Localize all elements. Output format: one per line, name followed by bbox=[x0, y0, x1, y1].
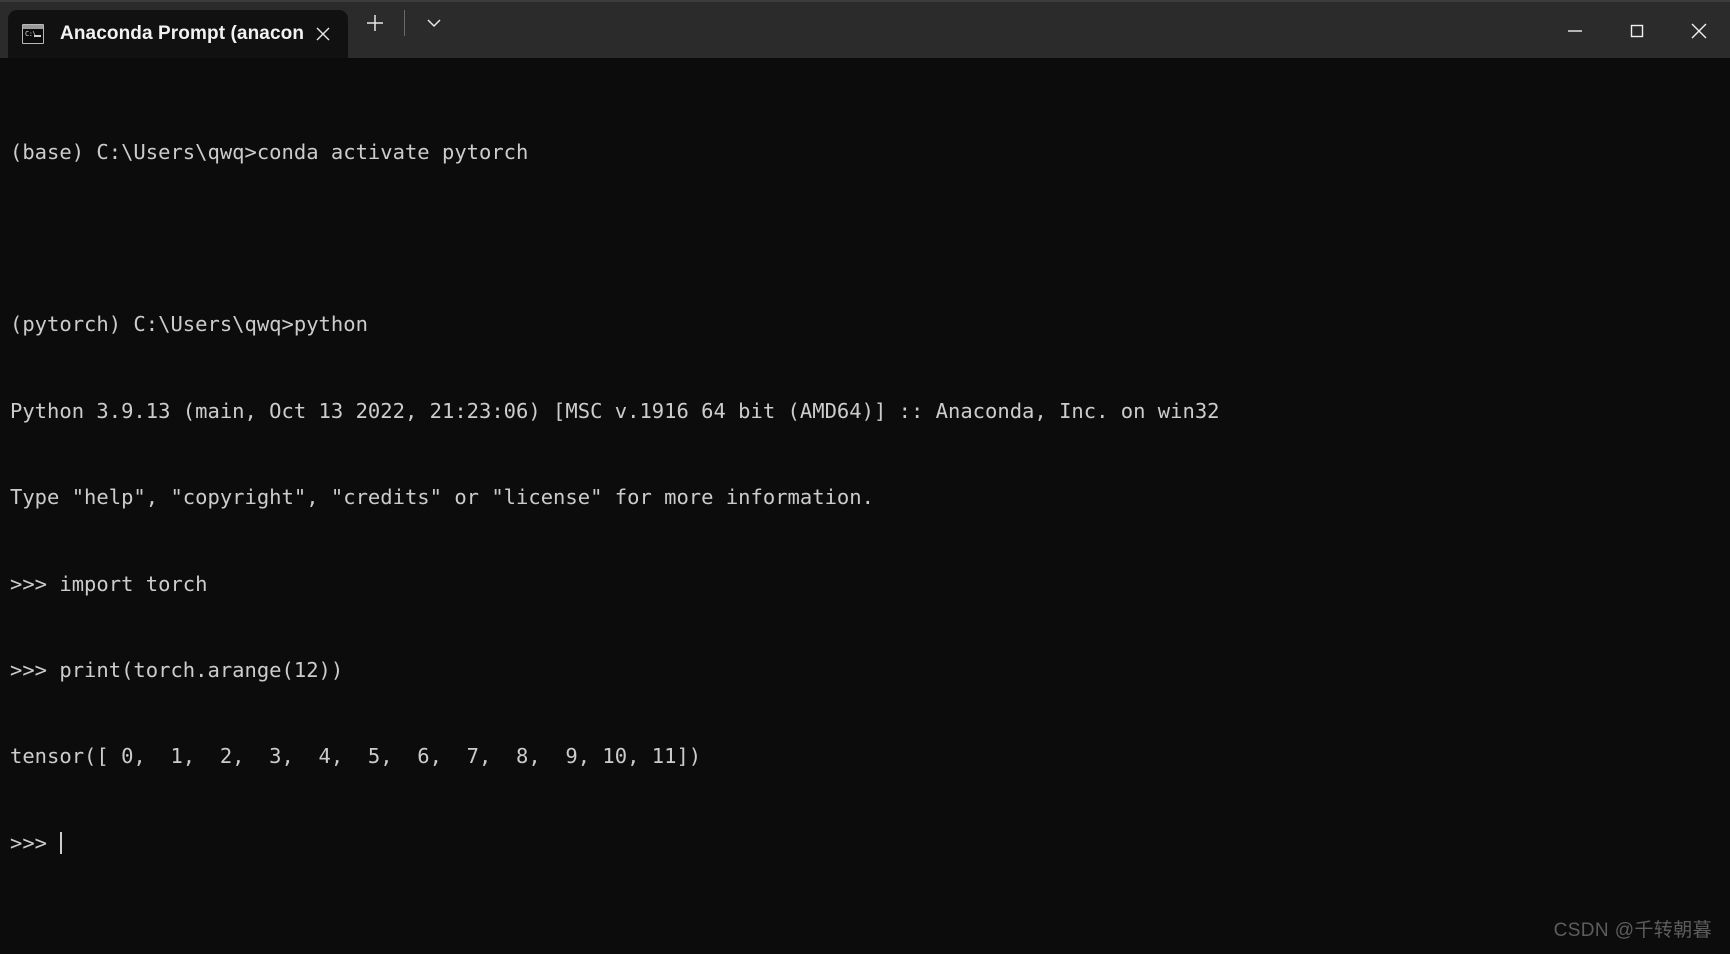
terminal-body[interactable]: (base) C:\Users\qwq>conda activate pytor… bbox=[0, 58, 1730, 954]
tab-actions-divider bbox=[404, 10, 405, 36]
console-output: (base) C:\Users\qwq>conda activate pytor… bbox=[10, 80, 1730, 915]
title-bar: C:\ Anaconda Prompt (anaconda bbox=[0, 0, 1730, 58]
tab-title: Anaconda Prompt (anaconda bbox=[60, 23, 304, 44]
console-line: (base) C:\Users\qwq>conda activate pytor… bbox=[10, 139, 529, 164]
text-cursor bbox=[60, 831, 63, 854]
tab-close-icon[interactable] bbox=[304, 15, 342, 53]
terminal-window: C:\ Anaconda Prompt (anaconda (base) C:\… bbox=[0, 0, 1730, 954]
tab-actions bbox=[348, 0, 461, 58]
chevron-down-icon[interactable] bbox=[414, 3, 454, 43]
prompt-text: >>> bbox=[10, 830, 60, 855]
tab-anaconda-prompt[interactable]: C:\ Anaconda Prompt (anaconda bbox=[8, 10, 348, 58]
console-line: >>> import torch bbox=[10, 571, 208, 596]
minimize-button[interactable] bbox=[1544, 2, 1606, 60]
new-tab-icon[interactable] bbox=[355, 3, 395, 43]
tab-icon-caret bbox=[34, 35, 41, 37]
tab-strip: C:\ Anaconda Prompt (anaconda bbox=[0, 0, 348, 58]
watermark: CSDN @千转朝暮 bbox=[1553, 920, 1712, 941]
console-prompt-line: >>> bbox=[10, 829, 1730, 858]
console-line: Type "help", "copyright", "credits" or "… bbox=[10, 485, 874, 510]
window-controls bbox=[1544, 2, 1730, 60]
console-line: Python 3.9.13 (main, Oct 13 2022, 21:23:… bbox=[10, 398, 1220, 423]
console-line: >>> print(torch.arange(12)) bbox=[10, 657, 344, 682]
maximize-button[interactable] bbox=[1606, 2, 1668, 60]
console-window-icon: C:\ bbox=[22, 24, 44, 44]
console-line: tensor([ 0, 1, 2, 3, 4, 5, 6, 7, 8, 9, 1… bbox=[10, 744, 702, 769]
console-line: (pytorch) C:\Users\qwq>python bbox=[10, 312, 368, 337]
close-button[interactable] bbox=[1668, 2, 1730, 60]
